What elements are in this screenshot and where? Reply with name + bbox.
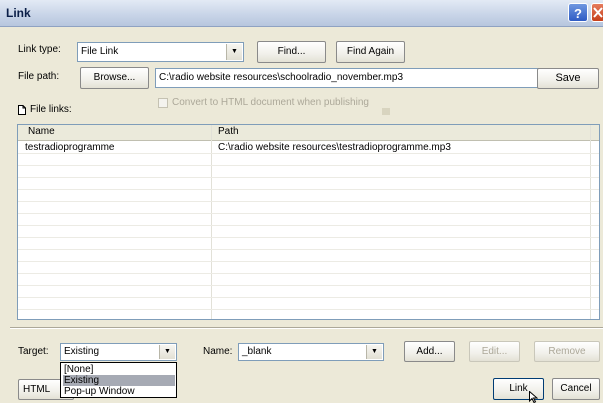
- table-row: [18, 238, 599, 250]
- dropdown-option[interactable]: [None]: [63, 364, 175, 375]
- target-label: Target:: [18, 346, 49, 357]
- link-type-label: Link type:: [18, 44, 61, 55]
- target-value: Existing: [64, 346, 100, 357]
- close-button[interactable]: [591, 3, 603, 22]
- link-type-value: File Link: [81, 46, 119, 57]
- convert-label: Convert to HTML document when publishing: [172, 97, 369, 108]
- file-links-table: Name Path testradioprogramme C:\radio we…: [17, 124, 600, 320]
- info-icon: [382, 108, 390, 115]
- target-dropdown-list: [None] Existing Pop-up Window: [60, 362, 177, 398]
- window-title: Link: [6, 6, 31, 20]
- table-row: [18, 178, 599, 190]
- table-row[interactable]: testradioprogramme C:\radio website reso…: [18, 142, 599, 154]
- name-select[interactable]: _blank ▼: [238, 343, 384, 361]
- convert-checkbox[interactable]: [158, 98, 168, 108]
- table-row: [18, 298, 599, 310]
- close-icon: [593, 7, 603, 18]
- table-row: [18, 190, 599, 202]
- cancel-button[interactable]: Cancel: [552, 378, 600, 400]
- dropdown-option[interactable]: Existing: [63, 375, 175, 386]
- name-label: Name:: [203, 346, 233, 357]
- file-links-label: File links:: [30, 104, 72, 115]
- table-row: [18, 166, 599, 178]
- name-value: _blank: [242, 346, 272, 357]
- table-header: Name Path: [18, 125, 599, 141]
- table-row: [18, 274, 599, 286]
- chevron-down-icon[interactable]: ▼: [159, 345, 175, 359]
- table-row: [18, 286, 599, 298]
- table-row: [18, 154, 599, 166]
- help-button[interactable]: ?: [568, 3, 588, 22]
- mouse-cursor-icon: [529, 391, 538, 403]
- find-button[interactable]: Find...: [257, 41, 326, 63]
- row-name: testradioprogramme: [25, 142, 115, 153]
- table-row: [18, 202, 599, 214]
- column-header-name[interactable]: Name: [28, 126, 55, 137]
- save-button[interactable]: Save: [537, 68, 599, 89]
- file-path-input[interactable]: C:\radio website resources\schoolradio_n…: [155, 68, 550, 88]
- browse-button[interactable]: Browse...: [80, 67, 149, 89]
- table-row: [18, 262, 599, 274]
- remove-button[interactable]: Remove: [534, 341, 600, 362]
- row-path: C:\radio website resources\testradioprog…: [218, 142, 451, 153]
- target-select[interactable]: Existing ▼: [60, 343, 177, 361]
- table-row: [18, 250, 599, 262]
- title-bar: Link ?: [0, 0, 603, 27]
- chevron-down-icon[interactable]: ▼: [226, 44, 242, 60]
- chevron-down-icon[interactable]: ▼: [366, 345, 382, 359]
- table-row: [18, 214, 599, 226]
- file-path-label: File path:: [18, 71, 60, 82]
- add-button[interactable]: Add...: [404, 341, 455, 362]
- table-row: [18, 226, 599, 238]
- find-again-button[interactable]: Find Again: [336, 41, 405, 63]
- edit-button[interactable]: Edit...: [469, 341, 520, 362]
- separator: [10, 327, 603, 329]
- dropdown-option[interactable]: Pop-up Window: [63, 386, 175, 397]
- link-type-select[interactable]: File Link ▼: [77, 42, 244, 62]
- file-icon: [18, 105, 26, 115]
- column-header-path[interactable]: Path: [218, 126, 239, 137]
